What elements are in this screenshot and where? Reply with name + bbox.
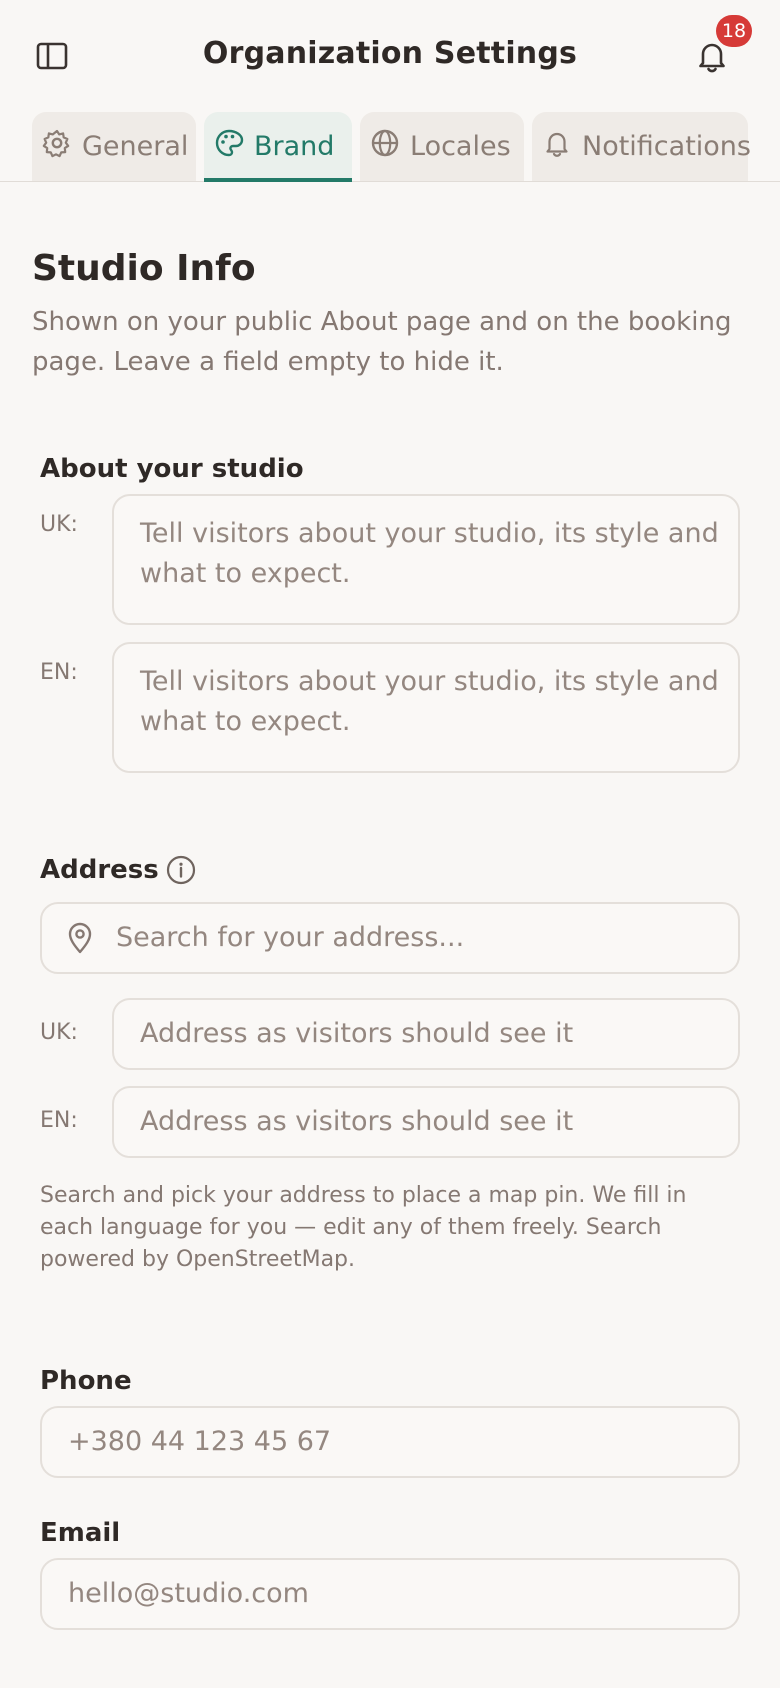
info-icon[interactable]: [166, 855, 196, 885]
tab-locales-label: Locales: [410, 131, 511, 162]
map-pin-icon: [66, 921, 94, 959]
address-search-input[interactable]: Search for your address...: [40, 902, 740, 974]
section-title: Studio Info: [32, 248, 256, 289]
about-uk-label: UK:: [40, 512, 78, 537]
address-uk-input[interactable]: Address as visitors should see it: [112, 998, 740, 1070]
address-search-placeholder: Search for your address...: [116, 922, 465, 953]
tab-brand-label: Brand: [254, 131, 335, 162]
palette-icon: [214, 128, 254, 165]
email-label: Email: [40, 1518, 121, 1548]
globe-icon: [370, 128, 410, 165]
about-uk-textarea[interactable]: Tell visitors about your studio, its sty…: [112, 494, 740, 625]
address-label: Address: [40, 855, 159, 885]
phone-placeholder: +380 44 123 45 67: [68, 1426, 332, 1457]
about-label: About your studio: [40, 454, 304, 484]
address-uk-label: UK:: [40, 1020, 78, 1045]
tab-notifications-label: Notifications: [582, 131, 751, 162]
address-en-input[interactable]: Address as visitors should see it: [112, 1086, 740, 1158]
email-input[interactable]: hello@studio.com: [40, 1558, 740, 1630]
top-bar: Organization Settings 18: [0, 0, 780, 112]
address-help-text: Search and pick your address to place a …: [40, 1183, 687, 1272]
page-title: Organization Settings: [202, 36, 578, 71]
tab-general[interactable]: General: [32, 112, 196, 181]
bell-icon: [542, 128, 582, 165]
tab-general-label: General: [82, 131, 189, 162]
about-en-textarea[interactable]: Tell visitors about your studio, its sty…: [112, 642, 740, 773]
gear-icon: [42, 128, 82, 165]
address-en-label: EN:: [40, 1108, 78, 1133]
settings-tabs: General Brand Locales Notifications: [0, 112, 780, 182]
about-uk-placeholder: Tell visitors about your studio, its sty…: [140, 518, 719, 589]
phone-input[interactable]: +380 44 123 45 67: [40, 1406, 740, 1478]
about-en-label: EN:: [40, 660, 78, 685]
address-en-placeholder: Address as visitors should see it: [140, 1106, 574, 1137]
tab-locales[interactable]: Locales: [360, 112, 524, 181]
email-placeholder: hello@studio.com: [68, 1578, 309, 1609]
phone-label: Phone: [40, 1366, 132, 1396]
tab-brand[interactable]: Brand: [204, 112, 352, 182]
about-en-placeholder: Tell visitors about your studio, its sty…: [140, 666, 719, 737]
address-uk-placeholder: Address as visitors should see it: [140, 1018, 574, 1049]
tab-notifications[interactable]: Notifications: [532, 112, 751, 181]
notification-count-badge: 18: [716, 15, 752, 47]
section-description: Shown on your public About page and on t…: [32, 307, 732, 377]
